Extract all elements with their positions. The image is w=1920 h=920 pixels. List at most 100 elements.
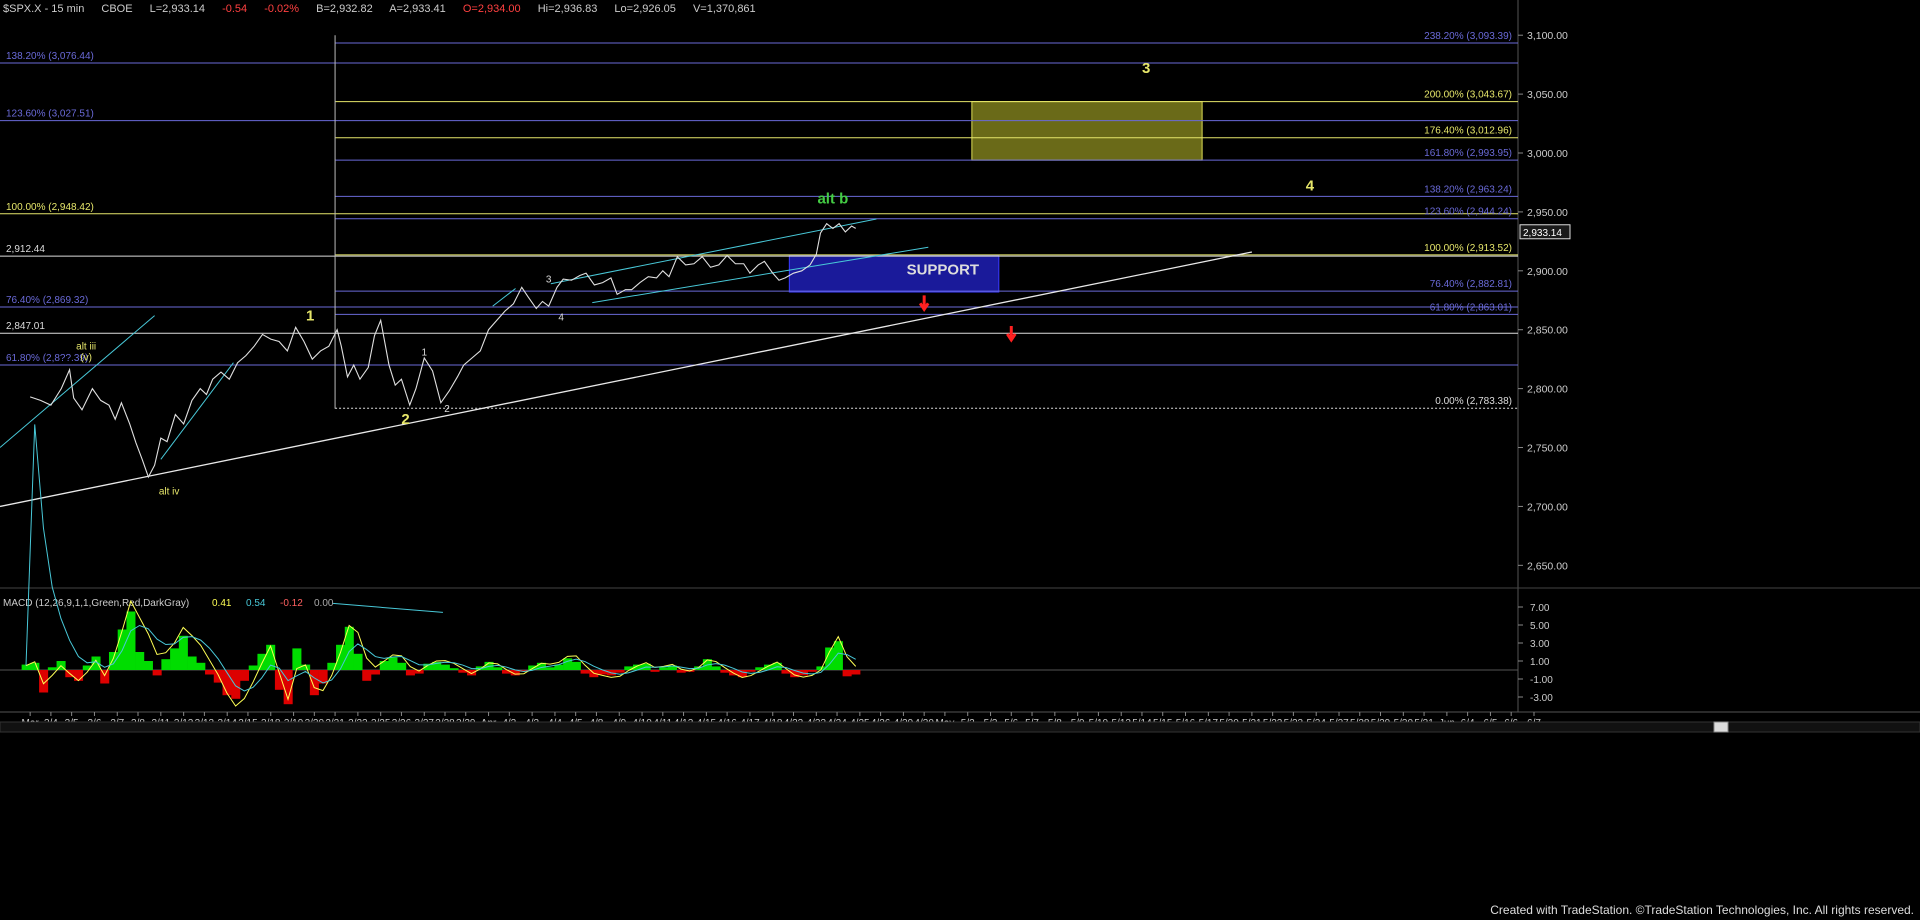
fib-level-label: 100.00% (2,913.52): [1424, 243, 1512, 254]
macd-signal-line: [25, 424, 856, 692]
fib-level-label: 0.00% (2,783.38): [1435, 396, 1512, 407]
fib-level-label: 61.80% (2,863.01): [1430, 302, 1512, 313]
macd-legend-value: 0.54: [246, 598, 266, 609]
wave-label: 2: [401, 411, 409, 428]
macd-tick-label: 3.00: [1530, 639, 1550, 650]
macd-histogram-bar: [545, 667, 555, 670]
macd-histogram-bar: [388, 657, 398, 670]
wave-label: (v): [80, 352, 92, 363]
macd-histogram-bar: [580, 670, 590, 674]
volume-label: V=1,370,861: [692, 3, 756, 15]
fib-level-label: 76.40% (2,882.81): [1430, 279, 1512, 290]
macd-legend: MACD (12,26,9,1,1,Green,Red,DarkGray): [3, 598, 189, 609]
price-tick-label: 3,100.00: [1527, 30, 1568, 42]
macd-histogram-bar: [615, 670, 625, 673]
price-tick-label: 2,650.00: [1527, 560, 1568, 572]
macd-histogram-bar: [108, 652, 119, 670]
price-tick-label: 2,750.00: [1527, 443, 1568, 455]
fib-level-label: 238.20% (3,093.39): [1424, 31, 1512, 42]
macd-histogram-bar: [467, 670, 477, 676]
macd-histogram-bar: [676, 670, 686, 673]
wave-label: alt iv: [159, 487, 180, 498]
macd-histogram-bar: [74, 670, 84, 681]
price-tick-label: 2,950.00: [1527, 207, 1568, 219]
macd-histogram-bar: [222, 670, 232, 696]
macd-histogram-bar: [746, 670, 756, 672]
macd-histogram-bar: [571, 661, 581, 670]
macd-histogram-bar: [135, 652, 145, 670]
wave-label: 3: [546, 275, 552, 286]
open-price: O=2,934.00: [462, 3, 521, 15]
wave-label: alt iii: [76, 342, 96, 353]
macd-histogram-bar: [650, 670, 660, 672]
macd-histogram-bar: [370, 670, 381, 675]
fib-level-label: 2,847.01: [6, 321, 45, 332]
macd-legend-value: 0.00: [314, 598, 334, 609]
scrollbar-thumb[interactable]: [1713, 721, 1729, 733]
price-tick-label: 2,900.00: [1527, 266, 1568, 278]
red-arrow: [918, 295, 930, 313]
wave-label: 4: [558, 312, 564, 323]
macd-histogram-bar: [152, 670, 162, 676]
wave-label: SUPPORT: [907, 261, 980, 278]
macd-histogram-bar: [91, 656, 101, 670]
macd-line: [25, 599, 857, 707]
fib-level-label: 138.20% (2,963.24): [1424, 184, 1512, 195]
macd-histogram-bar: [362, 670, 372, 681]
price-tick-label: 2,850.00: [1527, 325, 1568, 337]
last-price: L=2,933.14: [149, 3, 206, 15]
fib-level-label: 176.40% (3,012.96): [1424, 126, 1512, 137]
macd-histogram-bar: [100, 670, 110, 684]
channel-line: [160, 362, 234, 460]
bid-price: B=2,932.82: [316, 3, 373, 15]
macd-histogram-bar: [397, 662, 407, 670]
price-tick-label: 3,000.00: [1527, 148, 1568, 160]
fib-level-label: 76.40% (2,869.32): [6, 295, 88, 306]
fib-level-label: 200.00% (3,043.67): [1424, 90, 1512, 101]
fib-level-label: 123.60% (2,944.24): [1424, 207, 1512, 218]
macd-histogram-bar: [39, 670, 49, 693]
net-change: -0.54: [222, 3, 248, 15]
macd-histogram-bar: [309, 670, 319, 696]
macd-tick-label: -3.00: [1530, 693, 1553, 704]
macd-histogram-bar: [353, 653, 363, 670]
price-tick-label: 2,700.00: [1527, 501, 1568, 513]
horizontal-scrollbar: [0, 721, 1920, 733]
copyright-footer: Created with TradeStation. ©TradeStation…: [1490, 903, 1914, 917]
wave-label: 1: [306, 307, 314, 324]
macd-histogram-bar: [126, 611, 136, 670]
macd-tick-label: 5.00: [1530, 621, 1550, 632]
fib-level-label: 123.60% (3,027.51): [6, 109, 94, 120]
target-zone: [971, 101, 1203, 161]
exchange-label: CBOE: [101, 3, 133, 15]
macd-histogram-bar: [851, 670, 861, 675]
macd-histogram-bar: [170, 648, 180, 670]
macd-histogram-bar: [239, 670, 250, 681]
wave-label: 2: [444, 404, 450, 415]
macd-histogram-bar: [659, 667, 669, 670]
ask-price: A=2,933.41: [389, 3, 446, 15]
macd-tick-label: 7.00: [1530, 603, 1550, 614]
macd-histogram-bar: [47, 667, 57, 670]
symbol-label: $SPX.X - 15 min: [3, 3, 85, 15]
fib-level-label: 161.80% (2,993.95): [1424, 148, 1512, 159]
macd-histogram-bar: [205, 670, 215, 675]
high-price: Hi=2,936.83: [537, 3, 598, 15]
macd-histogram-bar: [231, 670, 241, 699]
macd-legend-value: -0.12: [280, 598, 303, 609]
macd-divergence-line: [332, 602, 443, 613]
macd-tick-label: -1.00: [1530, 675, 1553, 686]
macd-tick-label: 1.00: [1530, 657, 1550, 668]
price-series-line: [29, 222, 856, 479]
wave-label: 1: [421, 348, 427, 359]
macd-histogram-bar: [493, 667, 503, 670]
macd-histogram-bar: [720, 670, 730, 673]
price-tick-label: 3,050.00: [1527, 89, 1568, 101]
macd-legend-value: 0.41: [212, 598, 232, 609]
macd-histogram-bar: [196, 662, 206, 670]
macd-histogram-bar: [178, 635, 188, 670]
fib-level-label: 2,912.44: [6, 244, 45, 255]
fib-level-label: 138.20% (3,076.44): [6, 51, 94, 62]
chart-canvas[interactable]: 2,650.00 2,700.00 2,750.00 2,800.00 2,850.00…: [0, 0, 1920, 920]
fib-level-label: 100.00% (2,948.42): [6, 202, 94, 213]
